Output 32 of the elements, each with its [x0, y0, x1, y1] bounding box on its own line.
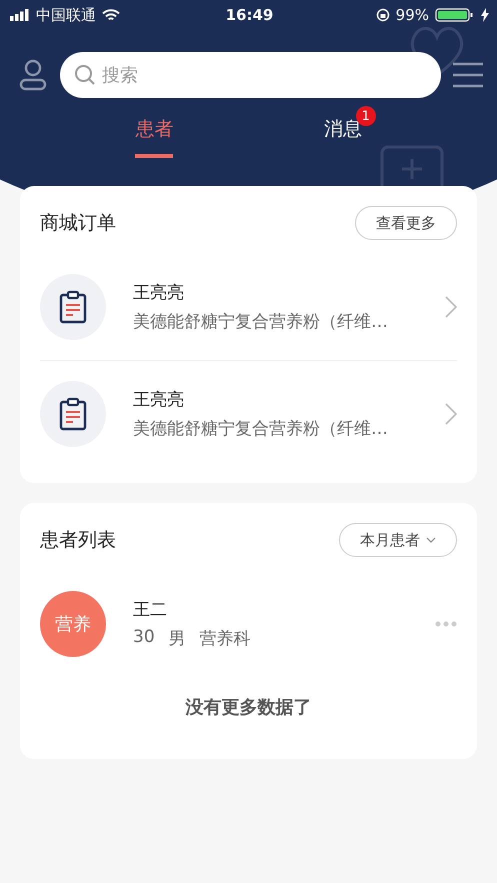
clipboard-icon: [59, 290, 87, 324]
section-title: 患者列表: [40, 528, 116, 553]
signal-icon: [10, 9, 30, 21]
menu-icon[interactable]: [453, 62, 483, 88]
product-name: 美德能舒糖宁复合营养粉（纤维…: [133, 418, 388, 440]
clock-time: 16:49: [226, 6, 274, 24]
product-name: 美德能舒糖宁复合营养粉（纤维…: [133, 311, 388, 333]
search-icon: [74, 64, 96, 86]
patient-gender: 男: [168, 628, 186, 650]
customer-name: 王亮亮: [133, 282, 184, 304]
no-more-data-text: 没有更多数据了: [186, 697, 312, 718]
patient-department: 营养科: [200, 628, 251, 650]
tab[interactable]: 患者: [135, 116, 174, 158]
view-more-button[interactable]: 查看更多: [355, 206, 457, 240]
patient-name: 王二: [133, 599, 167, 621]
patient-avatar: 营养: [40, 591, 106, 657]
patient-age: 30: [133, 627, 155, 647]
carrier-name: 中国联通: [36, 6, 96, 24]
charging-icon: [481, 8, 489, 22]
rotation-lock-icon: [376, 8, 390, 22]
filter-dropdown[interactable]: 本月患者: [339, 523, 457, 557]
battery-icon: [435, 8, 475, 22]
section-title: 商城订单: [40, 211, 116, 236]
user-icon[interactable]: [18, 59, 48, 91]
wifi-icon: [102, 8, 120, 22]
clipboard-icon: [59, 397, 87, 431]
customer-name: 王亮亮: [133, 389, 184, 411]
more-icon[interactable]: [435, 621, 457, 627]
chevron-right-icon[interactable]: [445, 296, 457, 318]
chevron-right-icon[interactable]: [445, 403, 457, 425]
battery-percent: 99%: [396, 6, 429, 24]
chevron-down-icon: [426, 537, 436, 543]
